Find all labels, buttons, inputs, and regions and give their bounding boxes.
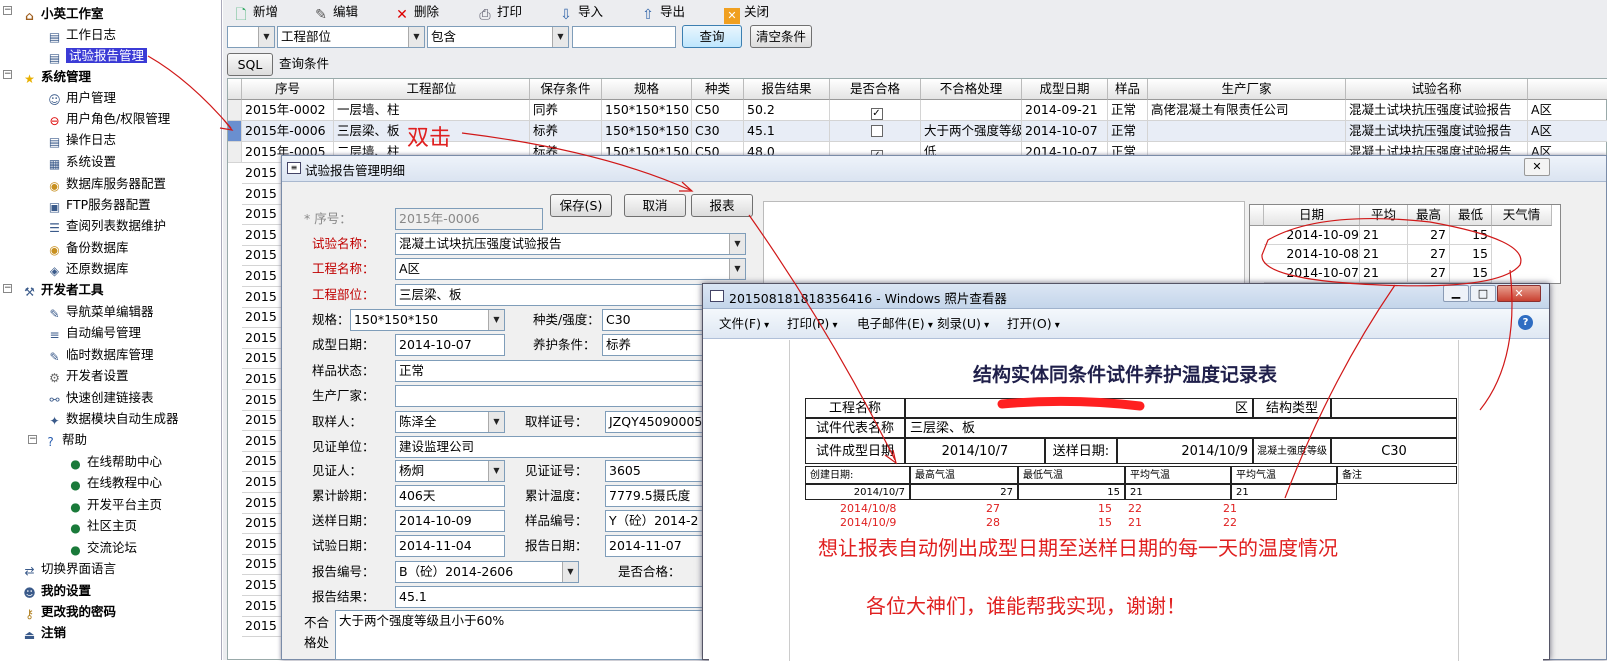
annotation-dblclick-text: 双击: [407, 126, 452, 151]
redaction-mark: [997, 396, 1145, 411]
annotation-arrow: [461, 132, 691, 191]
annotation-circle: [1261, 217, 1522, 287]
annotation-arrow: [1284, 284, 1396, 499]
annotation-overlay: [147, 55, 1522, 499]
annotation-arrow: [748, 214, 896, 461]
annotation-arrow: [1479, 269, 1513, 411]
annotation-arrow: [147, 55, 232, 129]
